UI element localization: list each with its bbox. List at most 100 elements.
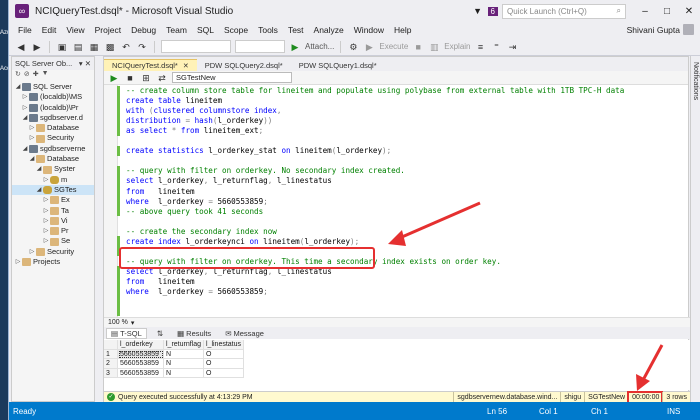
menu-window[interactable]: Window (349, 25, 389, 35)
code-line[interactable]: create table lineitem (126, 96, 222, 106)
code-line[interactable]: -- create the secondary index now (126, 227, 277, 237)
execute-icon[interactable]: ▶ (363, 41, 375, 53)
tree-node[interactable]: ▷ Security (12, 247, 94, 257)
forward-icon[interactable]: ▶ (31, 41, 43, 53)
solution-config-select[interactable] (161, 40, 231, 53)
menu-sql[interactable]: SQL (192, 25, 219, 35)
table-cell[interactable]: N (164, 359, 204, 369)
grid-corner[interactable] (104, 340, 118, 350)
column-header[interactable]: l_returnflag (164, 340, 204, 350)
tree-node[interactable]: ▷ Se (12, 236, 94, 246)
minimize-button[interactable]: – (634, 6, 656, 17)
back-icon[interactable]: ◀ (15, 41, 27, 53)
code-line[interactable]: from lineitem (126, 277, 195, 287)
table-cell[interactable]: O (204, 359, 244, 369)
maximize-button[interactable]: □ (656, 6, 678, 17)
tree-node[interactable]: ▷ Projects (12, 257, 94, 267)
tree-node[interactable]: ▷ Database (12, 123, 94, 133)
expanded-icon[interactable]: ◢ (21, 113, 29, 123)
tab-results[interactable]: ▦ Results (173, 328, 215, 339)
tree-node[interactable]: ◢ SQL Server (12, 82, 94, 92)
stop-icon[interactable]: ⊘ (24, 70, 30, 82)
code-line[interactable]: select l_orderkey, l_returnflag, l_lines… (126, 176, 332, 186)
menu-test[interactable]: Test (283, 25, 309, 35)
notifications-side-tab[interactable]: Notifications (690, 56, 700, 402)
plan-icon[interactable]: ▥ (428, 41, 440, 53)
row-number[interactable]: 1 (104, 349, 118, 359)
add-server-icon[interactable]: ✚ (33, 70, 39, 82)
code-line[interactable]: -- create column store table for lineite… (126, 86, 624, 96)
table-cell[interactable]: N (164, 368, 204, 378)
stop-icon[interactable]: ■ (412, 41, 424, 53)
open-folder-icon[interactable]: ▤ (72, 41, 84, 53)
table-cell[interactable]: O (204, 349, 244, 359)
expanded-icon[interactable]: ◢ (28, 154, 36, 164)
tab-message[interactable]: ✉ Message (221, 328, 268, 339)
menu-file[interactable]: File (13, 25, 37, 35)
code-line[interactable]: create index l_orderkeynci on lineitem(l… (126, 237, 359, 247)
expanded-icon[interactable]: ◢ (35, 164, 43, 174)
save-all-icon[interactable]: ▩ (104, 41, 116, 53)
close-icon[interactable]: ✕ (183, 62, 189, 70)
tree-node[interactable]: ▷ Ex (12, 195, 94, 205)
collapsed-icon[interactable]: ▷ (14, 257, 22, 267)
indent-icon[interactable]: ⇥ (507, 41, 519, 53)
filter-icon[interactable]: ▼ (42, 70, 49, 82)
platform-select[interactable] (235, 40, 285, 53)
chevron-down-icon[interactable]: ▾ (131, 319, 135, 327)
tree-node[interactable]: ▷ Ta (12, 206, 94, 216)
save-icon[interactable]: ▦ (88, 41, 100, 53)
attach-button[interactable]: Attach... (305, 42, 334, 51)
collapsed-icon[interactable]: ▷ (28, 247, 36, 257)
menu-scope[interactable]: Scope (219, 25, 253, 35)
column-header[interactable]: l_orderkey (118, 340, 164, 350)
collapsed-icon[interactable]: ▷ (42, 216, 50, 226)
expanded-icon[interactable]: ◢ (14, 82, 22, 92)
format-icon[interactable]: ≡ (475, 41, 487, 53)
code-line[interactable]: where l_orderkey = 5660553859; (126, 197, 268, 207)
code-line[interactable]: from lineitem (126, 187, 195, 197)
menu-analyze[interactable]: Analyze (309, 25, 349, 35)
collapsed-icon[interactable]: ▷ (42, 226, 50, 236)
database-select[interactable]: SGTestNew (172, 72, 292, 83)
menu-project[interactable]: Project (90, 25, 126, 35)
code-line[interactable]: as select * from lineitem_ext; (126, 126, 263, 136)
tab-pdw-sqlquery2[interactable]: PDW SQLQuery2.dsql* (197, 59, 291, 71)
code-editor[interactable]: -- create column store table for lineite… (104, 85, 690, 317)
menu-debug[interactable]: Debug (126, 25, 161, 35)
code-line[interactable]: -- query with filter on orderkey. No sec… (126, 166, 405, 176)
table-cell[interactable]: O (204, 368, 244, 378)
table-cell[interactable]: N (164, 349, 204, 359)
menu-tools[interactable]: Tools (253, 25, 283, 35)
filter-icon[interactable]: ▼ (468, 4, 488, 18)
new-file-icon[interactable]: ▣ (56, 41, 68, 53)
tree-node[interactable]: ▷ (localdb)\Pr (12, 103, 94, 113)
tab-tsql[interactable]: ▤ T-SQL (106, 327, 147, 339)
code-line[interactable]: -- above query took 41 seconds (126, 207, 263, 217)
refresh-icon[interactable]: ↻ (15, 70, 21, 82)
menu-edit[interactable]: Edit (37, 25, 62, 35)
tree-node[interactable]: ▷ (localdb)\MS (12, 92, 94, 102)
tab-nciquerytest[interactable]: NCIQueryTest.dsql* ✕ (104, 59, 197, 71)
tree-node[interactable]: ◢ Syster (12, 164, 94, 174)
collapsed-icon[interactable]: ▷ (21, 92, 29, 102)
menu-view[interactable]: View (61, 25, 89, 35)
code-line[interactable]: create statistics l_orderkey_stat on lin… (126, 146, 391, 156)
tree-node[interactable]: ◢ Database (12, 154, 94, 164)
estimated-plan-icon[interactable]: ⊞ (140, 72, 152, 84)
tree-node[interactable]: ▷ Pr (12, 226, 94, 236)
split-icon[interactable]: ⇅ (153, 328, 167, 339)
redo-icon[interactable]: ↷ (136, 41, 148, 53)
collapsed-icon[interactable]: ▷ (42, 236, 50, 246)
collapsed-icon[interactable]: ▷ (42, 175, 50, 185)
table-cell[interactable]: 5660553859 (118, 359, 164, 369)
execute-button[interactable]: Execute (379, 42, 408, 51)
close-button[interactable]: ✕ (678, 6, 700, 17)
table-cell[interactable]: 5660553859 (118, 349, 164, 359)
connect-icon[interactable]: ⚙ (347, 41, 359, 53)
menu-team[interactable]: Team (161, 25, 192, 35)
tree-node[interactable]: ▷ Vi (12, 216, 94, 226)
row-number[interactable]: 2 (104, 359, 118, 369)
code-line[interactable]: with (clustered columnstore index, (126, 106, 281, 116)
quick-launch-input[interactable]: Quick Launch (Ctrl+Q) ⌕ (502, 3, 626, 19)
